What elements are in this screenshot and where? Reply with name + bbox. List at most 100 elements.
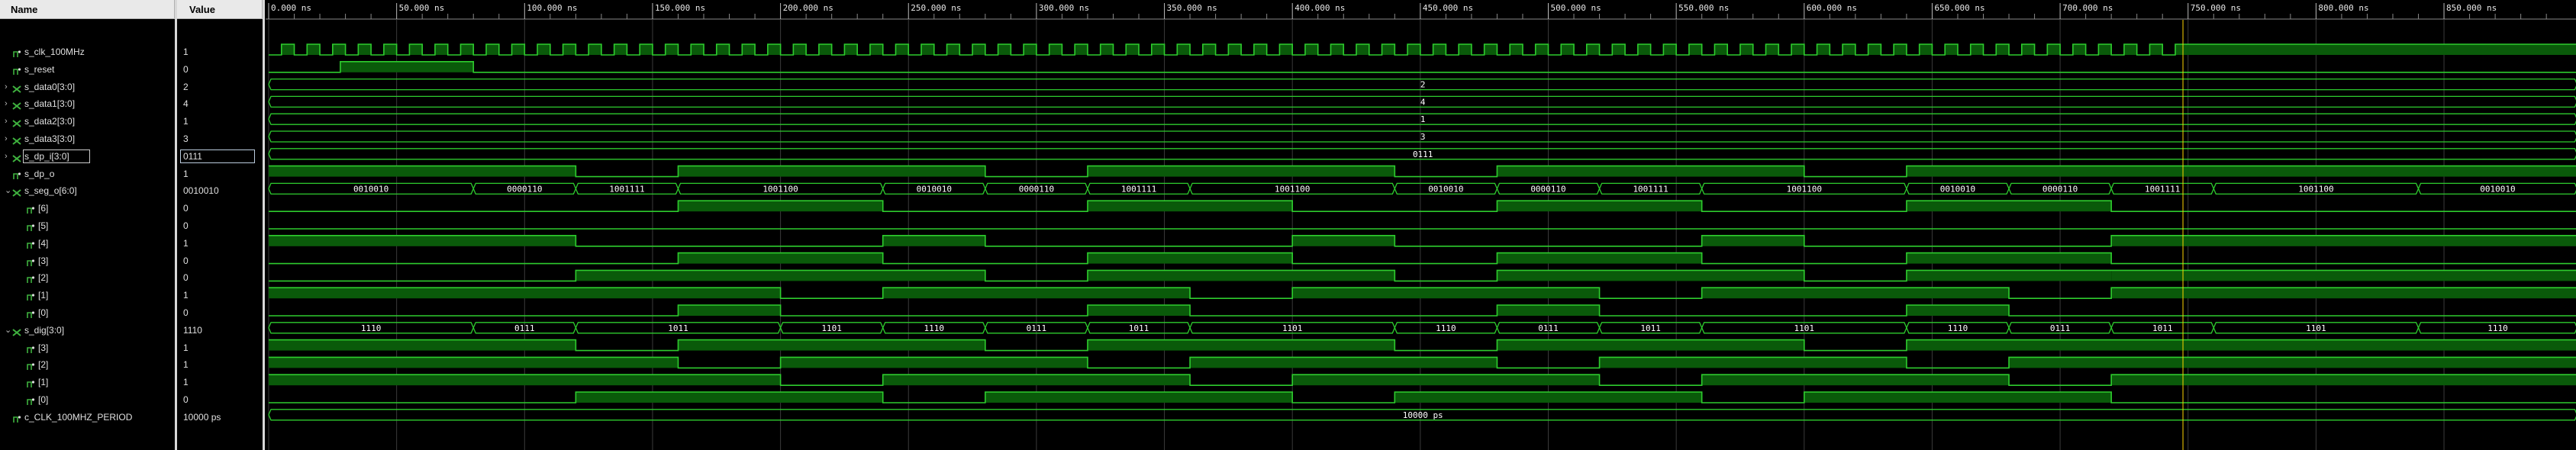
bus-value-label: 1001111 — [1121, 184, 1156, 194]
wave-high-fill — [1906, 270, 2112, 281]
clock-high-fill — [1253, 44, 1267, 55]
bus-value-label: 3 — [1420, 132, 1426, 142]
signal-value: 4 — [183, 98, 189, 110]
signal-name: s_dp_o — [24, 168, 55, 179]
wave-high-fill — [882, 235, 985, 246]
signal-row[interactable]: [0] — [0, 391, 175, 408]
waveform-area[interactable]: 0.000 ns 50.000 ns 100.000 ns 150.000 ns 200… — [266, 0, 2576, 450]
signal-row[interactable]: [1] — [0, 287, 175, 304]
clock-high-fill — [1279, 44, 1293, 55]
signal-row[interactable]: s_dp_o — [0, 166, 175, 182]
signal-value: 0 — [183, 203, 189, 214]
clock-high-fill — [946, 44, 960, 55]
wave-high-fill — [1906, 305, 2010, 316]
signal-row[interactable]: › s_dp_i[3:0] — [0, 148, 175, 165]
signal-row[interactable]: › s_data2[3:0] — [0, 113, 175, 130]
expand-chevron-icon[interactable]: › — [5, 95, 12, 112]
wave-high-fill — [269, 235, 576, 246]
signal-row[interactable]: [2] — [0, 269, 175, 286]
ruler-label: 200.000 ns — [783, 3, 833, 13]
bus-value-label: 1110 — [2487, 323, 2508, 333]
clock-high-fill — [1739, 44, 1753, 55]
signal-row[interactable]: ⌄ s_seg_o[6:0] — [0, 182, 175, 199]
expand-chevron-icon[interactable]: › — [5, 148, 12, 165]
waveform-canvas[interactable]: 0.000 ns 50.000 ns 100.000 ns 150.000 ns 200… — [266, 0, 2576, 450]
clock-high-fill — [793, 44, 807, 55]
bus-value-label: 0010010 — [917, 184, 952, 194]
signal-name: [2] — [38, 272, 49, 284]
signal-row[interactable]: ⌄ s_dig[3:0] — [0, 322, 175, 339]
expand-chevron-icon[interactable]: › — [5, 79, 12, 95]
clock-high-fill — [486, 44, 499, 55]
signal-row[interactable]: [1] — [0, 374, 175, 391]
binary-waveform — [269, 61, 2576, 73]
wave-high-fill — [2111, 374, 2576, 386]
bus-value-label: 1011 — [668, 323, 688, 333]
wave-high-fill — [1292, 374, 1600, 386]
signal-row[interactable]: › s_data0[3:0] — [0, 79, 175, 95]
ruler-label: 50.000 ns — [399, 3, 445, 13]
expand-chevron-icon[interactable]: › — [5, 113, 12, 130]
wave-high-fill — [1292, 288, 1600, 299]
signal-row[interactable]: s_reset — [0, 61, 175, 78]
signal-row[interactable]: [3] — [0, 339, 175, 356]
signal-row[interactable]: [3] — [0, 252, 175, 269]
bus-value-label: 0111 — [514, 323, 535, 333]
ruler-label: 650.000 ns — [1934, 3, 1984, 13]
clock-high-fill — [1433, 44, 1446, 55]
collapse-chevron-icon[interactable]: ⌄ — [5, 182, 12, 199]
name-column-header[interactable]: Name — [0, 0, 175, 19]
bus-value-label: 1110 — [1436, 323, 1456, 333]
clock-high-fill — [1688, 44, 1702, 55]
signal-row[interactable]: s_clk_100MHz — [0, 43, 175, 60]
wave-high-fill — [269, 339, 576, 351]
signal-name: s_data1[3:0] — [24, 98, 76, 110]
signal-row[interactable]: [5] — [0, 217, 175, 234]
wave-high-fill — [780, 357, 1088, 368]
ruler-label: 600.000 ns — [1807, 3, 1857, 13]
bus-value-label: 0111 — [2050, 323, 2071, 333]
wave-high-fill — [678, 166, 985, 177]
wave-high-fill — [1087, 339, 1395, 351]
bus-value-label: 0111 — [1413, 149, 1433, 159]
wave-high-fill — [1497, 305, 1600, 316]
clock-high-fill — [1765, 44, 1779, 55]
signal-name-panel: Name s_clk_100MHz s_reset › s_data0[3:0] › s_… — [0, 0, 175, 450]
signal-value: 0010010 — [183, 185, 219, 197]
signal-row[interactable]: › s_data1[3:0] — [0, 95, 175, 112]
clock-high-fill — [895, 44, 909, 55]
wave-high-fill — [678, 339, 985, 351]
wave-high-fill — [1906, 201, 2112, 212]
signal-row[interactable]: › s_data3[3:0] — [0, 130, 175, 147]
signal-row[interactable]: [0] — [0, 304, 175, 321]
clock-high-fill — [640, 44, 653, 55]
wave-high-fill — [1906, 339, 2576, 351]
bus-icon — [12, 117, 21, 127]
wave-high-fill — [2111, 288, 2576, 299]
value-wave-splitter[interactable] — [263, 0, 265, 450]
clock-high-fill — [1228, 44, 1242, 55]
signal-row[interactable]: [6] — [0, 200, 175, 217]
signal-value: 1110 — [183, 324, 202, 336]
bus-icon — [12, 326, 21, 336]
signal-name: [2] — [38, 359, 49, 371]
expand-chevron-icon[interactable]: › — [5, 130, 12, 147]
bus-value-label: 2 — [1420, 80, 1426, 90]
signal-row[interactable]: [4] — [0, 235, 175, 252]
bus-value-label: 1011 — [1640, 323, 1661, 333]
bus-value-label: 1101 — [2306, 323, 2326, 333]
bus-value-label: 1 — [1420, 114, 1426, 124]
collapse-chevron-icon[interactable]: ⌄ — [5, 322, 12, 339]
clock-high-fill — [2149, 44, 2163, 55]
bus-value-label: 1011 — [1129, 323, 1149, 333]
bus-icon — [12, 152, 21, 162]
wave-high-fill — [1701, 235, 1804, 246]
signal-row[interactable]: [2] — [0, 356, 175, 373]
wire-icon — [12, 65, 21, 75]
signal-row[interactable]: c_CLK_100MHZ_PERIOD — [0, 409, 175, 426]
clock-high-fill — [1484, 44, 1498, 55]
bus-value-label: 0010010 — [2480, 184, 2515, 194]
clock-high-fill — [1304, 44, 1318, 55]
value-column-header[interactable]: Value — [177, 0, 263, 19]
clock-high-fill — [2123, 44, 2137, 55]
